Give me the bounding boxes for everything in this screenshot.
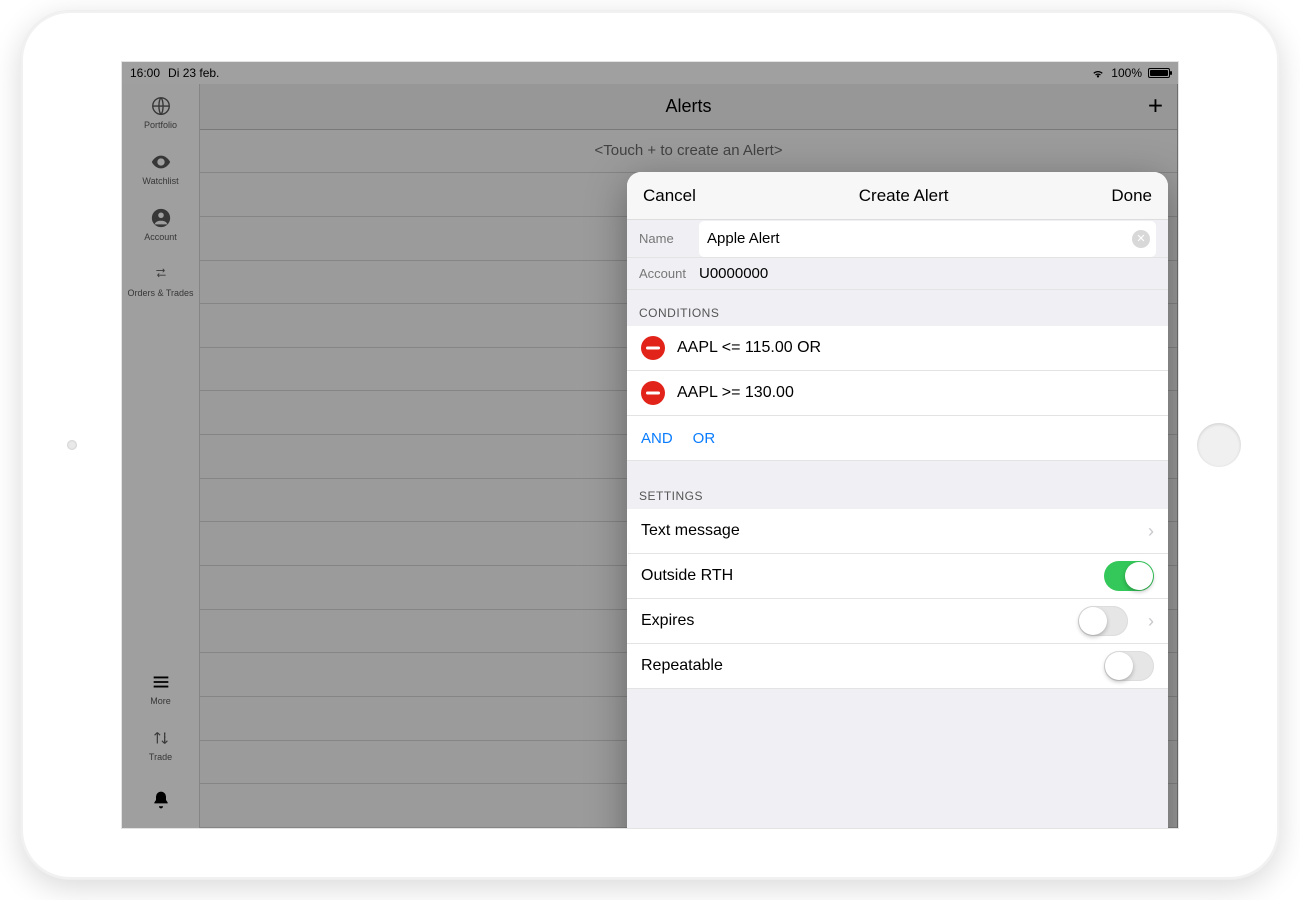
chevron-right-icon: › bbox=[1148, 521, 1154, 542]
alert-name-input[interactable] bbox=[699, 225, 1132, 253]
clear-icon[interactable]: ✕ bbox=[1132, 230, 1150, 248]
condition-text: AAPL >= 130.00 bbox=[677, 384, 794, 402]
or-button[interactable]: OR bbox=[693, 430, 716, 447]
setting-label: Repeatable bbox=[641, 657, 723, 675]
text-message-row[interactable]: Text message › bbox=[627, 509, 1168, 554]
and-button[interactable]: AND bbox=[641, 430, 673, 447]
screen: 16:00 Di 23 feb. 100% Portfolio bbox=[121, 61, 1179, 829]
remove-condition-button[interactable] bbox=[641, 336, 665, 360]
home-button[interactable] bbox=[1197, 423, 1241, 467]
logic-row: AND OR bbox=[627, 416, 1168, 461]
expires-switch[interactable] bbox=[1078, 606, 1128, 636]
conditions-header: CONDITIONS bbox=[627, 290, 1168, 326]
setting-label: Expires bbox=[641, 612, 694, 630]
condition-row[interactable]: AAPL >= 130.00 bbox=[627, 371, 1168, 416]
condition-text: AAPL <= 115.00 OR bbox=[677, 339, 821, 357]
done-button[interactable]: Done bbox=[1111, 186, 1152, 206]
account-row: Account U0000000 bbox=[627, 258, 1168, 290]
repeatable-switch[interactable] bbox=[1104, 651, 1154, 681]
name-label: Name bbox=[639, 231, 699, 246]
outside-rth-row: Outside RTH bbox=[627, 554, 1168, 599]
setting-label: Outside RTH bbox=[641, 567, 733, 585]
condition-row[interactable]: AAPL <= 115.00 OR bbox=[627, 326, 1168, 371]
account-label: Account bbox=[639, 266, 699, 281]
popover-caret bbox=[627, 542, 628, 564]
repeatable-row: Repeatable bbox=[627, 644, 1168, 689]
camera-dot bbox=[67, 440, 77, 450]
outside-rth-switch[interactable] bbox=[1104, 561, 1154, 591]
setting-label: Text message bbox=[641, 522, 740, 540]
settings-header: SETTINGS bbox=[627, 483, 1168, 509]
expires-row: Expires › bbox=[627, 599, 1168, 644]
cancel-button[interactable]: Cancel bbox=[643, 186, 696, 206]
name-row: Name ✕ bbox=[627, 220, 1168, 258]
popover-header: Cancel Create Alert Done bbox=[627, 172, 1168, 220]
popover-title: Create Alert bbox=[859, 186, 949, 206]
ipad-frame: 16:00 Di 23 feb. 100% Portfolio bbox=[20, 10, 1280, 880]
account-value: U0000000 bbox=[699, 265, 768, 282]
remove-condition-button[interactable] bbox=[641, 381, 665, 405]
create-alert-popover: Cancel Create Alert Done Name ✕ Account … bbox=[627, 172, 1168, 829]
chevron-right-icon: › bbox=[1148, 611, 1154, 632]
